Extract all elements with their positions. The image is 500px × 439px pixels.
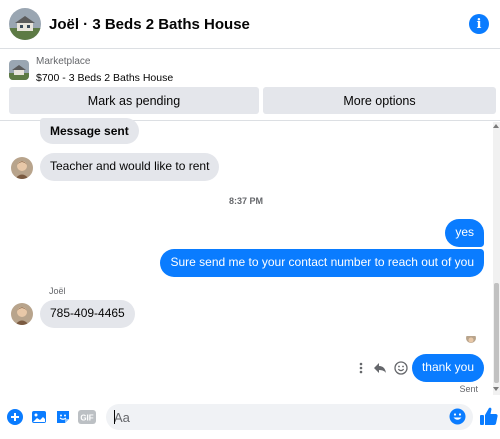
marketplace-listing[interactable]: Marketplace $700 - 3 Beds 2 Baths House bbox=[9, 54, 173, 86]
info-icon[interactable]: i bbox=[469, 14, 489, 34]
sender-avatar[interactable] bbox=[11, 303, 33, 325]
mark-as-pending-button[interactable]: Mark as pending bbox=[9, 87, 259, 114]
gif-icon[interactable]: GIF bbox=[78, 408, 96, 426]
delivery-status: Sent bbox=[459, 384, 478, 394]
text-caret bbox=[114, 410, 115, 424]
plus-icon[interactable] bbox=[6, 408, 24, 426]
message-bubble-incoming[interactable]: 785-409-4465 bbox=[40, 300, 135, 328]
info-glyph: i bbox=[476, 16, 482, 32]
emoji-icon[interactable] bbox=[449, 408, 466, 425]
reply-icon[interactable] bbox=[371, 359, 389, 377]
thumbs-up-icon[interactable] bbox=[479, 406, 499, 426]
message-bubble-outgoing[interactable]: Sure send me to your contact number to r… bbox=[160, 249, 484, 277]
more-vertical-icon[interactable] bbox=[352, 359, 370, 377]
header-divider bbox=[0, 48, 500, 49]
message-input[interactable] bbox=[106, 404, 473, 430]
message-bubble-incoming[interactable]: Message sent bbox=[40, 118, 139, 144]
message-bubble-outgoing[interactable]: thank you bbox=[411, 354, 484, 382]
message-timestamp: 8:37 PM bbox=[228, 196, 263, 206]
react-smiley-icon[interactable] bbox=[392, 359, 410, 377]
message-bubble-outgoing[interactable]: yes bbox=[445, 219, 484, 247]
sender-avatar[interactable] bbox=[11, 157, 33, 179]
image-icon[interactable] bbox=[30, 408, 48, 426]
house-avatar[interactable] bbox=[9, 8, 41, 40]
sticker-icon[interactable] bbox=[54, 408, 72, 426]
scrollbar-thumb[interactable] bbox=[494, 283, 499, 383]
marketplace-label: Marketplace bbox=[36, 56, 91, 67]
message-bubble-incoming[interactable]: Teacher and would like to rent bbox=[40, 153, 220, 181]
house-thumbnail-icon bbox=[9, 60, 29, 80]
conversation-title[interactable]: Joël · 3 Beds 2 Baths House bbox=[49, 16, 250, 33]
more-options-button[interactable]: More options bbox=[263, 87, 496, 114]
sender-name: Joël bbox=[49, 286, 66, 296]
listing-title: $700 - 3 Beds 2 Baths House bbox=[36, 72, 174, 84]
scroll-down-arrow-icon[interactable] bbox=[493, 387, 499, 391]
scroll-up-arrow-icon[interactable] bbox=[493, 124, 499, 128]
gif-label: GIF bbox=[80, 414, 93, 423]
chat-header: Joël · 3 Beds 2 Baths House i bbox=[0, 0, 500, 48]
seen-avatar bbox=[466, 333, 476, 343]
